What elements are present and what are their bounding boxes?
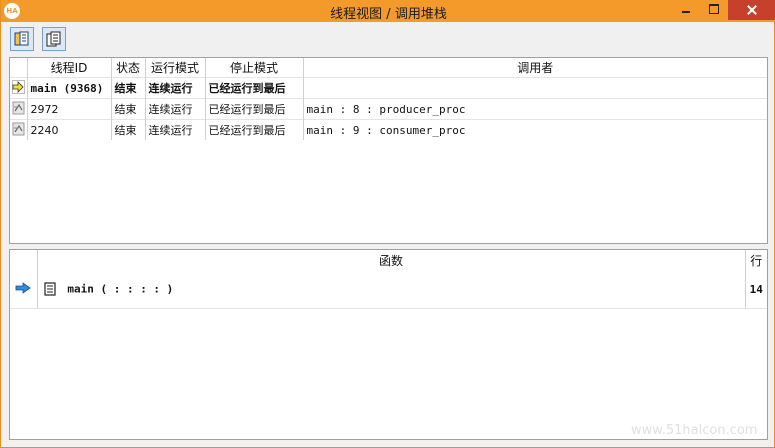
col-run-mode-header[interactable]: 运行模式 xyxy=(145,58,206,78)
thread-callstack-window: HA 线程视图 / 调用堆栈 线程ID 状态 运行模式 停止模式 调用者 mai… xyxy=(0,0,775,448)
callstack-marker-cell xyxy=(10,270,38,309)
thread-id: main (9368) xyxy=(27,77,112,99)
col-stop-mode-header[interactable]: 停止模式 xyxy=(205,58,304,78)
thread-view-button[interactable] xyxy=(10,27,34,51)
pages-icon xyxy=(46,31,61,47)
thread-state: 结束 xyxy=(111,77,146,99)
thread-stop-mode: 已经运行到最后 xyxy=(205,98,304,120)
thread-row-icon xyxy=(10,77,28,99)
thread-id: 2240 xyxy=(27,119,112,140)
title-bar[interactable]: HA 线程视图 / 调用堆栈 xyxy=(1,0,775,22)
threads-table-panel[interactable]: 线程ID 状态 运行模式 停止模式 调用者 main (9368) 结束 连续运… xyxy=(9,57,768,244)
thread-run-mode: 连续运行 xyxy=(145,119,206,140)
col-marker-header[interactable] xyxy=(10,250,38,270)
callstack-table-panel[interactable]: 函数 行 main (::::) 14 xyxy=(9,249,768,440)
callstack-row[interactable]: main ( : : : : ) 14 xyxy=(10,270,767,309)
maximize-button[interactable] xyxy=(700,0,728,20)
procedure-icon xyxy=(43,282,56,296)
callstack-table: 函数 行 main (::::) 14 xyxy=(10,250,767,309)
minimize-button[interactable] xyxy=(672,0,700,20)
callstack-function-name: main ( : : : : ) xyxy=(67,282,174,296)
callstack-function-cell: main ( : : : : ) xyxy=(37,270,746,309)
threads-header-row: 线程ID 状态 运行模式 停止模式 调用者 xyxy=(10,58,767,78)
close-button[interactable] xyxy=(728,0,775,20)
threads-table: 线程ID 状态 运行模式 停止模式 调用者 main (9368) 结束 连续运… xyxy=(10,58,767,140)
col-thread-id-header[interactable]: 线程ID xyxy=(27,58,112,78)
col-line-header[interactable]: 行 xyxy=(745,250,767,270)
thread-state: 结束 xyxy=(111,98,146,120)
callstack-header-row: 函数 行 xyxy=(10,250,767,270)
blue-arrow-icon xyxy=(15,281,31,294)
col-icon-header[interactable] xyxy=(10,58,28,78)
thread-state: 结束 xyxy=(111,119,146,140)
col-function-header[interactable]: 函数 xyxy=(37,250,746,270)
thread-run-mode: 连续运行 xyxy=(145,77,206,99)
current-thread-arrow-icon xyxy=(12,79,25,94)
window-title: 线程视图 / 调用堆栈 xyxy=(330,7,447,22)
thread-caller: main : 8 : producer_proc xyxy=(303,98,767,120)
call-stack-view-button[interactable] xyxy=(42,27,66,51)
toolbar xyxy=(1,22,774,54)
col-caller-header[interactable]: 调用者 xyxy=(303,58,767,78)
watermark: www.51halcon.com xyxy=(631,423,758,438)
thread-icon xyxy=(12,101,25,114)
thread-stop-mode: 已经运行到最后 xyxy=(205,119,304,140)
thread-row-icon xyxy=(10,98,28,120)
document-stack-icon xyxy=(14,31,29,46)
callstack-line-number: 14 xyxy=(745,270,767,309)
thread-id: 2972 xyxy=(27,98,112,120)
thread-row-main[interactable]: main (9368) 结束 连续运行 已经运行到最后 xyxy=(10,77,767,99)
col-state-header[interactable]: 状态 xyxy=(111,58,146,78)
thread-stop-mode: 已经运行到最后 xyxy=(205,77,304,99)
thread-icon xyxy=(12,122,25,135)
thread-row-icon xyxy=(10,119,28,140)
thread-caller xyxy=(303,77,767,99)
thread-row[interactable]: 2972 结束 连续运行 已经运行到最后 main : 8 : producer… xyxy=(10,98,767,120)
thread-row[interactable]: 2240 结束 连续运行 已经运行到最后 main : 9 : consumer… xyxy=(10,119,767,140)
thread-caller: main : 9 : consumer_proc xyxy=(303,119,767,140)
thread-run-mode: 连续运行 xyxy=(145,98,206,120)
